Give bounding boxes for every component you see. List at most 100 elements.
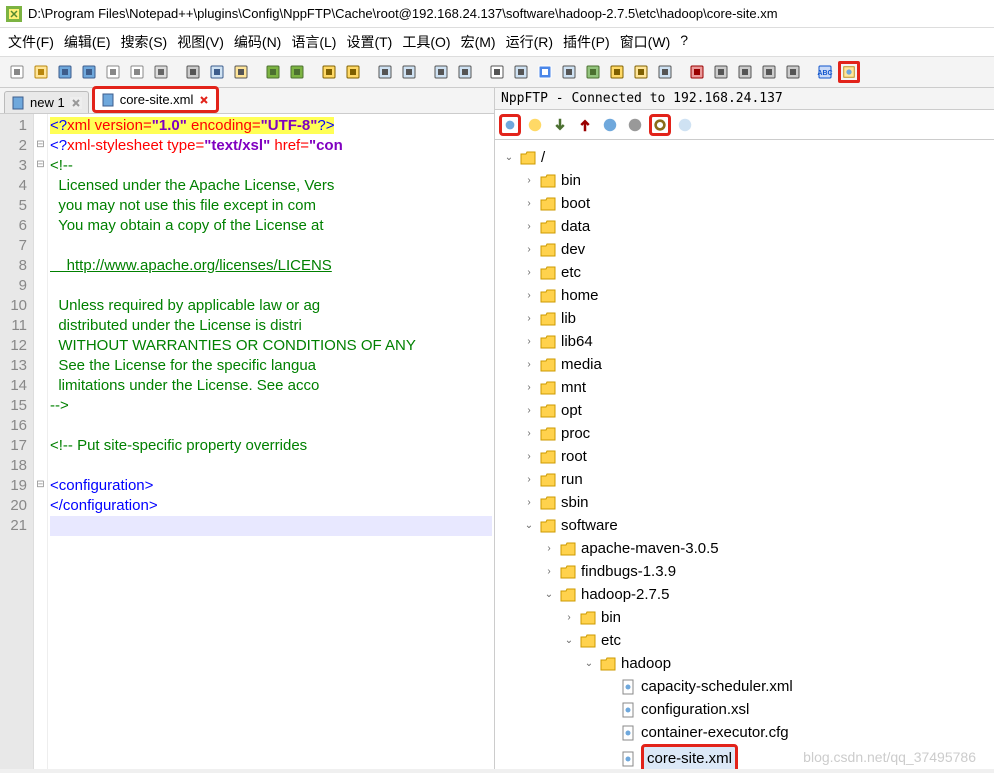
menu-2[interactable]: 搜索(S) xyxy=(121,32,168,52)
fold-column[interactable]: ⊟⊟⊟ xyxy=(34,114,48,769)
lang-icon[interactable] xyxy=(558,61,580,83)
menu-5[interactable]: 语言(L) xyxy=(291,32,336,52)
play-multi-icon[interactable] xyxy=(758,61,780,83)
close-all-icon[interactable] xyxy=(126,61,148,83)
close-tab-icon[interactable] xyxy=(198,94,210,106)
tree-file-core-site-xml[interactable]: core-site.xml xyxy=(599,744,990,769)
expand-arrow-icon[interactable]: › xyxy=(543,537,555,560)
menu-8[interactable]: 宏(M) xyxy=(461,32,496,52)
tree-folder-mnt[interactable]: ›mnt xyxy=(519,376,990,399)
expand-arrow-icon[interactable]: › xyxy=(523,192,535,215)
expand-arrow-icon[interactable]: › xyxy=(523,422,535,445)
expand-arrow-icon[interactable]: ⌄ xyxy=(503,146,515,169)
menu-7[interactable]: 工具(O) xyxy=(402,32,450,52)
ftp-tree[interactable]: ⌄/›bin›boot›data›dev›etc›home›lib›lib64›… xyxy=(495,140,994,769)
sync-v-icon[interactable] xyxy=(430,61,452,83)
tree-folder-data[interactable]: ›data xyxy=(519,215,990,238)
expand-arrow-icon[interactable]: › xyxy=(523,238,535,261)
expand-arrow-icon[interactable]: ⌄ xyxy=(523,514,535,537)
tree-folder-findbugs-1-3-9[interactable]: ›findbugs-1.3.9 xyxy=(539,560,990,583)
ftp-download-icon[interactable] xyxy=(549,114,571,136)
folder-workspace-icon[interactable] xyxy=(630,61,652,83)
doc-map-icon[interactable] xyxy=(582,61,604,83)
all-chars-icon[interactable] xyxy=(510,61,532,83)
close-icon[interactable] xyxy=(102,61,124,83)
expand-arrow-icon[interactable]: › xyxy=(523,399,535,422)
paste-icon[interactable] xyxy=(230,61,252,83)
menu-6[interactable]: 设置(T) xyxy=(346,32,392,52)
tree-folder--[interactable]: ⌄/ xyxy=(499,146,990,169)
tree-file-capacity-scheduler-xml[interactable]: capacity-scheduler.xml xyxy=(599,675,990,698)
tree-folder-opt[interactable]: ›opt xyxy=(519,399,990,422)
source-text[interactable]: <?xml version="1.0" encoding="UTF-8"?><?… xyxy=(48,114,494,769)
ftp-disconnect-icon[interactable] xyxy=(524,114,546,136)
tree-folder-hadoop[interactable]: ⌄hadoop xyxy=(579,652,990,675)
indent-guide-icon[interactable] xyxy=(534,61,556,83)
tab-new-1[interactable]: new 1 xyxy=(4,91,89,113)
open-file-icon[interactable] xyxy=(30,61,52,83)
expand-arrow-icon[interactable]: › xyxy=(523,330,535,353)
tree-file-configuration-xsl[interactable]: configuration.xsl xyxy=(599,698,990,721)
sync-h-icon[interactable] xyxy=(454,61,476,83)
expand-arrow-icon[interactable]: › xyxy=(523,284,535,307)
play-icon[interactable] xyxy=(734,61,756,83)
expand-arrow-icon[interactable]: › xyxy=(523,376,535,399)
undo-icon[interactable] xyxy=(262,61,284,83)
zoom-out-icon[interactable] xyxy=(398,61,420,83)
stop-icon[interactable] xyxy=(710,61,732,83)
expand-arrow-icon[interactable]: › xyxy=(523,353,535,376)
show-nppftp-icon[interactable] xyxy=(838,61,860,83)
ftp-connect-icon[interactable] xyxy=(499,114,521,136)
tree-folder-lib64[interactable]: ›lib64 xyxy=(519,330,990,353)
tree-folder-software[interactable]: ⌄software xyxy=(519,514,990,537)
save-icon[interactable] xyxy=(54,61,76,83)
ftp-refresh-icon[interactable] xyxy=(599,114,621,136)
redo-icon[interactable] xyxy=(286,61,308,83)
tree-folder-bin[interactable]: ›bin xyxy=(559,606,990,629)
tree-folder-etc[interactable]: ⌄etc xyxy=(559,629,990,652)
tree-folder-proc[interactable]: ›proc xyxy=(519,422,990,445)
code-editor[interactable]: 123456789101112131415161718192021 ⊟⊟⊟ <?… xyxy=(0,114,494,769)
tree-folder-media[interactable]: ›media xyxy=(519,353,990,376)
menu-11[interactable]: 窗口(W) xyxy=(620,32,671,52)
menu-10[interactable]: 插件(P) xyxy=(563,32,610,52)
expand-arrow-icon[interactable]: ⌄ xyxy=(583,652,595,675)
expand-arrow-icon[interactable]: › xyxy=(523,445,535,468)
menu-3[interactable]: 视图(V) xyxy=(177,32,224,52)
func-list-icon[interactable] xyxy=(606,61,628,83)
zoom-in-icon[interactable] xyxy=(374,61,396,83)
tab-core-site-xml[interactable]: core-site.xml xyxy=(92,86,220,113)
copy-icon[interactable] xyxy=(206,61,228,83)
tree-folder-root[interactable]: ›root xyxy=(519,445,990,468)
menu-1[interactable]: 编辑(E) xyxy=(64,32,111,52)
expand-arrow-icon[interactable]: › xyxy=(523,491,535,514)
tree-folder-run[interactable]: ›run xyxy=(519,468,990,491)
expand-arrow-icon[interactable]: ⌄ xyxy=(563,629,575,652)
menu-12[interactable]: ? xyxy=(680,32,688,52)
menu-9[interactable]: 运行(R) xyxy=(506,32,553,52)
monitor-icon[interactable] xyxy=(654,61,676,83)
spell-check-icon[interactable]: ABC xyxy=(814,61,836,83)
close-tab-icon[interactable] xyxy=(70,97,82,109)
tree-folder-etc[interactable]: ›etc xyxy=(519,261,990,284)
expand-arrow-icon[interactable]: › xyxy=(523,169,535,192)
ftp-upload-icon[interactable] xyxy=(574,114,596,136)
expand-arrow-icon[interactable]: › xyxy=(543,560,555,583)
record-icon[interactable] xyxy=(686,61,708,83)
tree-folder-apache-maven-3-0-5[interactable]: ›apache-maven-3.0.5 xyxy=(539,537,990,560)
ftp-abort-icon[interactable] xyxy=(624,114,646,136)
tree-folder-home[interactable]: ›home xyxy=(519,284,990,307)
tree-folder-sbin[interactable]: ›sbin xyxy=(519,491,990,514)
menu-0[interactable]: 文件(F) xyxy=(8,32,54,52)
new-file-icon[interactable] xyxy=(6,61,28,83)
expand-arrow-icon[interactable]: › xyxy=(523,215,535,238)
tree-folder-dev[interactable]: ›dev xyxy=(519,238,990,261)
expand-arrow-icon[interactable]: ⌄ xyxy=(543,583,555,606)
expand-arrow-icon[interactable]: › xyxy=(523,468,535,491)
expand-arrow-icon[interactable]: › xyxy=(523,261,535,284)
tree-folder-boot[interactable]: ›boot xyxy=(519,192,990,215)
ftp-messages-icon[interactable] xyxy=(674,114,696,136)
tree-file-container-executor-cfg[interactable]: container-executor.cfg xyxy=(599,721,990,744)
print-icon[interactable] xyxy=(150,61,172,83)
save-all-icon[interactable] xyxy=(78,61,100,83)
